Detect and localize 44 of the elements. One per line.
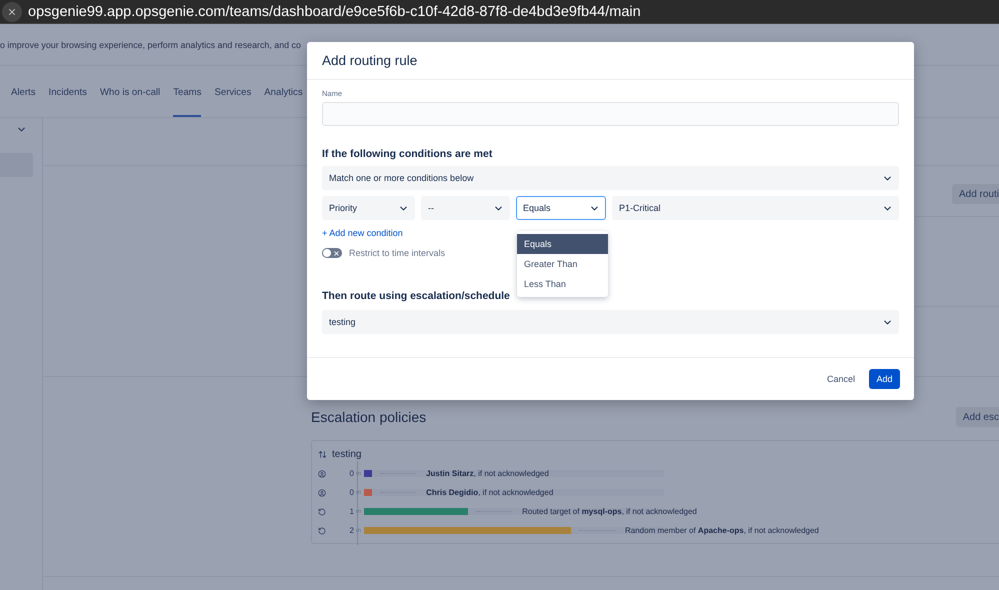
route-select[interactable]: testing	[322, 310, 899, 334]
subfield-select[interactable]: --	[421, 196, 510, 220]
delay-minutes: 1	[348, 507, 354, 516]
close-icon	[333, 250, 340, 256]
user-icon	[318, 488, 326, 496]
value-select[interactable]: P1-Critical	[612, 196, 899, 220]
section-heading: Then route using escalation/schedule	[322, 290, 511, 302]
menu-option[interactable]: Less Than	[517, 274, 608, 294]
user-icon	[318, 470, 326, 478]
cookie-notice-text: o improve your browsing experience, perform analytics and research, and co	[0, 40, 301, 50]
delay-minutes: 0	[348, 488, 354, 497]
url-text[interactable]: opsgenie99.app.opsgenie.com/teams/dashboard/e9ce5f6b-c10f-42d8-87f8-de4bd3e9fb44/main	[28, 4, 641, 20]
nav-tab[interactable]: Services	[214, 66, 252, 117]
section-heading: If the following conditions are met	[322, 148, 494, 160]
toggle-label: Restrict to time intervals	[349, 248, 446, 258]
toggle-switch[interactable]	[322, 248, 342, 258]
section-title: Escalation policies	[311, 409, 426, 425]
rotate-icon	[318, 526, 326, 534]
add-escalation-button[interactable]: Add esc	[956, 407, 999, 427]
rotate-icon	[318, 508, 326, 516]
delay-minutes: 0	[348, 469, 354, 478]
menu-option[interactable]: Equals	[517, 234, 608, 254]
match-select[interactable]: Match one or more conditions below	[322, 166, 899, 190]
step-description: Random member of Apache-ops, if not acknowledged	[625, 526, 819, 535]
nav-tab[interactable]: Analytics	[264, 66, 303, 117]
add-condition-link[interactable]: + Add new condition	[322, 228, 403, 238]
step-description: Chris Degidio, if not acknowledged	[426, 488, 554, 497]
name-input[interactable]	[322, 102, 899, 126]
delay-minutes: 2	[348, 526, 354, 535]
field-select[interactable]: Priority	[322, 196, 415, 220]
add-button[interactable]: Add	[869, 369, 900, 389]
nav-tab[interactable]: Who is on-call	[100, 66, 160, 117]
add-routing-button[interactable]: Add routi	[952, 184, 999, 204]
nav-tab[interactable]: Incidents	[48, 66, 87, 117]
policy-name: testing	[332, 448, 362, 460]
step-description: Routed target of mysql-ops, if not acknowledged	[522, 507, 697, 516]
nav-tab[interactable]: Teams	[173, 66, 202, 117]
nav-tab[interactable]: Alerts	[11, 66, 36, 117]
operator-select[interactable]: Equals	[516, 196, 606, 220]
cancel-button[interactable]: Cancel	[822, 370, 859, 388]
expand-icon[interactable]	[318, 450, 327, 458]
step-description: Justin Sitarz, if not acknowledged	[426, 469, 549, 478]
menu-option[interactable]: Greater Than	[517, 254, 608, 274]
dialog-title: Add routing rule	[322, 53, 418, 68]
